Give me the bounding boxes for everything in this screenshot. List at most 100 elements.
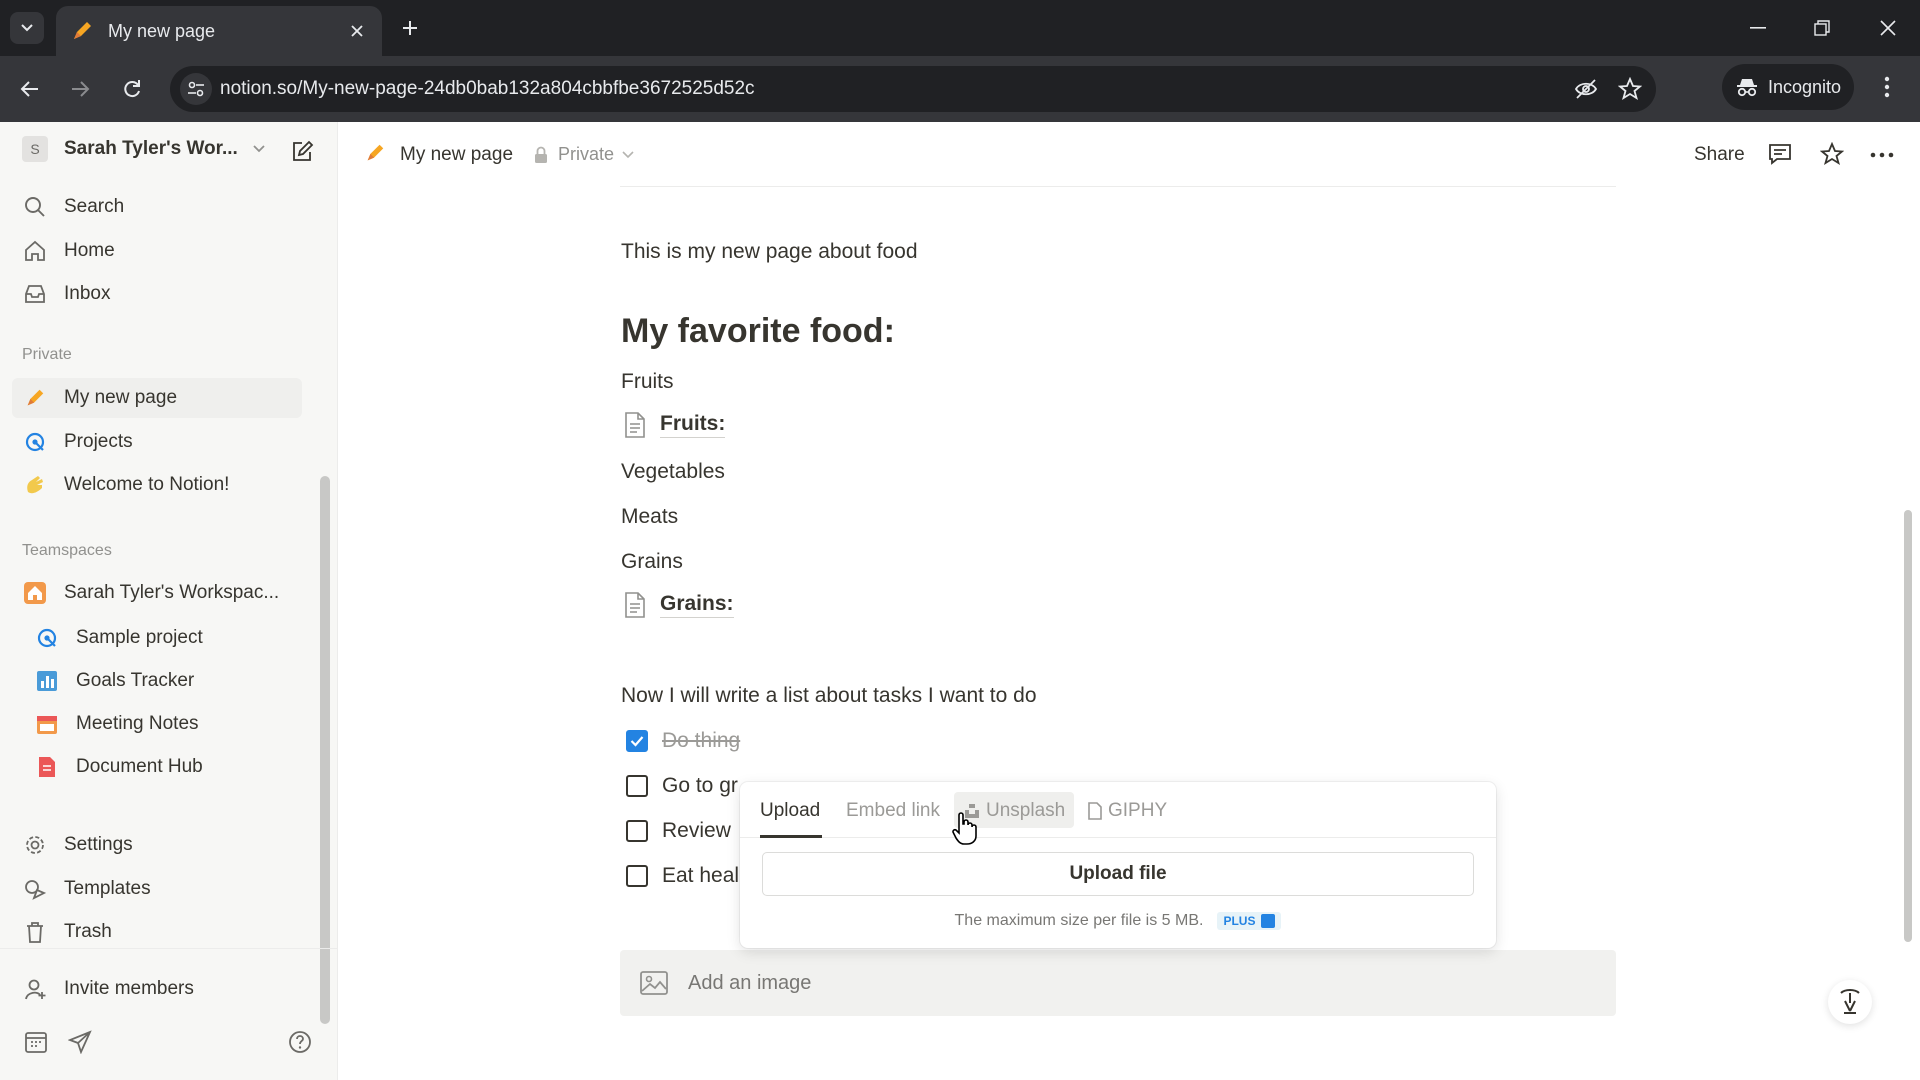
browser-tab[interactable]: My new page bbox=[56, 6, 382, 56]
sidebar-item-teamspace[interactable]: Sarah Tyler's Workspac... bbox=[22, 576, 279, 610]
sidebar-item-label: Search bbox=[64, 196, 125, 217]
tab-embed-link[interactable]: Embed link bbox=[846, 800, 940, 822]
tab-upload[interactable]: Upload bbox=[760, 800, 820, 822]
back-button[interactable] bbox=[14, 73, 46, 105]
invite-members-button[interactable]: Invite members bbox=[22, 972, 194, 1006]
tasks-intro-text[interactable]: Now I will write a list about tasks I wa… bbox=[621, 684, 1037, 708]
site-settings-icon[interactable] bbox=[180, 73, 212, 105]
workspace-switcher[interactable]: S Sarah Tyler's Wor... bbox=[22, 136, 266, 162]
checkbox[interactable] bbox=[626, 775, 648, 797]
sidebar-item-goals-tracker[interactable]: Goals Tracker bbox=[34, 664, 194, 698]
upgrade-icon bbox=[1261, 914, 1276, 928]
chevron-down-icon bbox=[253, 145, 265, 153]
ai-assistant-button[interactable] bbox=[1828, 980, 1872, 1024]
sidebar-item-document-hub[interactable]: Document Hub bbox=[34, 750, 203, 784]
calendar-icon bbox=[34, 711, 60, 737]
sidebar-item-meeting-notes[interactable]: Meeting Notes bbox=[34, 707, 199, 741]
sidebar-divider bbox=[0, 948, 338, 949]
fruits-text[interactable]: Fruits bbox=[621, 370, 674, 394]
user-plus-icon bbox=[22, 976, 48, 1002]
new-tab-button[interactable] bbox=[396, 14, 424, 42]
sidebar-item-inbox[interactable]: Inbox bbox=[22, 277, 110, 311]
forward-button[interactable] bbox=[64, 73, 96, 105]
tab-unsplash[interactable]: Unsplash bbox=[964, 800, 1065, 822]
sidebar-item-label: Goals Tracker bbox=[76, 670, 195, 691]
browser-menu-button[interactable] bbox=[1872, 72, 1902, 102]
sidebar-item-settings[interactable]: Settings bbox=[22, 828, 133, 862]
help-icon[interactable] bbox=[288, 1030, 312, 1054]
subpage-label: Fruits: bbox=[660, 412, 726, 438]
workspace-avatar: S bbox=[22, 136, 48, 162]
sidebar-item-projects[interactable]: Projects bbox=[22, 425, 133, 459]
checkbox[interactable] bbox=[626, 820, 648, 842]
sidebar-scrollbar[interactable] bbox=[320, 350, 330, 1024]
grains-text[interactable]: Grains bbox=[621, 550, 683, 574]
active-tab-indicator bbox=[760, 835, 822, 838]
size-limit-text: The maximum size per file is 5 MB. bbox=[954, 912, 1204, 929]
lock-icon bbox=[535, 146, 547, 163]
send-icon[interactable] bbox=[68, 1030, 92, 1054]
page-icon bbox=[624, 412, 646, 438]
url-text[interactable]: notion.so/My-new-page-24db0bab132a804cbb… bbox=[220, 78, 755, 100]
privacy-dropdown[interactable]: Private bbox=[534, 144, 634, 165]
restore-button[interactable] bbox=[1800, 10, 1844, 46]
intro-text[interactable]: This is my new page about food bbox=[621, 240, 918, 264]
add-image-block[interactable]: Add an image bbox=[620, 950, 1616, 1016]
todo-item[interactable]: Eat heal bbox=[626, 864, 739, 888]
trash-icon bbox=[22, 919, 48, 945]
wave-icon bbox=[22, 472, 48, 498]
sidebar-item-label: My new page bbox=[64, 387, 178, 408]
hand-cursor-icon bbox=[952, 812, 978, 846]
fruits-subpage-link[interactable]: Fruits: bbox=[624, 412, 726, 438]
vegetables-text[interactable]: Vegetables bbox=[621, 460, 725, 484]
sidebar-item-search[interactable]: Search bbox=[22, 190, 124, 224]
image-picker-popover: Upload Embed link Unsplash GIPHY Upload … bbox=[740, 782, 1496, 948]
todo-text[interactable]: Review bbox=[662, 819, 731, 843]
pencil-icon bbox=[364, 142, 386, 164]
tab-search-button[interactable] bbox=[10, 12, 44, 44]
eye-off-icon[interactable] bbox=[1574, 78, 1598, 100]
address-bar[interactable]: notion.so/My-new-page-24db0bab132a804cbb… bbox=[170, 66, 1656, 112]
plan-label: PLUS bbox=[1223, 914, 1256, 928]
share-button[interactable]: Share bbox=[1694, 144, 1745, 166]
grains-subpage-link[interactable]: Grains: bbox=[624, 592, 734, 618]
breadcrumb-page-title[interactable]: My new page bbox=[400, 144, 513, 166]
comment-icon[interactable] bbox=[1768, 142, 1792, 166]
templates-icon bbox=[22, 876, 48, 902]
close-window-button[interactable] bbox=[1866, 10, 1910, 46]
todo-item[interactable]: Review bbox=[626, 819, 731, 843]
bookmark-star-icon[interactable] bbox=[1618, 77, 1642, 101]
sidebar-item-trash[interactable]: Trash bbox=[22, 915, 112, 949]
meats-text[interactable]: Meats bbox=[621, 505, 678, 529]
new-page-icon[interactable] bbox=[290, 140, 314, 164]
todo-text[interactable]: Eat heal bbox=[662, 864, 739, 888]
favorite-star-icon[interactable] bbox=[1820, 142, 1844, 166]
incognito-badge[interactable]: Incognito bbox=[1722, 64, 1854, 110]
plus-plan-badge[interactable]: PLUS bbox=[1217, 912, 1282, 930]
page-heading[interactable]: My favorite food: bbox=[621, 312, 895, 351]
sidebar-item-home[interactable]: Home bbox=[22, 234, 115, 268]
todo-text[interactable]: Do thing bbox=[662, 729, 740, 753]
checkbox-checked[interactable] bbox=[626, 730, 648, 752]
sidebar-item-label: Welcome to Notion! bbox=[64, 474, 230, 495]
calendar-app-icon[interactable] bbox=[24, 1030, 48, 1054]
checkbox[interactable] bbox=[626, 865, 648, 887]
tab-giphy[interactable]: GIPHY bbox=[1088, 800, 1167, 822]
inbox-icon bbox=[22, 281, 48, 307]
upload-file-button[interactable]: Upload file bbox=[762, 852, 1474, 896]
sidebar-item-templates[interactable]: Templates bbox=[22, 872, 151, 906]
close-tab-icon[interactable] bbox=[346, 20, 368, 42]
page-scrollbar[interactable] bbox=[1904, 510, 1912, 942]
sidebar-item-welcome[interactable]: Welcome to Notion! bbox=[22, 468, 229, 502]
minimize-button[interactable] bbox=[1736, 10, 1780, 46]
sidebar-item-label: Document Hub bbox=[76, 756, 203, 777]
more-horizontal-icon[interactable] bbox=[1870, 152, 1894, 158]
todo-item[interactable]: Go to gr bbox=[626, 774, 738, 798]
sidebar-item-my-new-page[interactable]: My new page bbox=[12, 378, 302, 418]
sidebar-item-sample-project[interactable]: Sample project bbox=[34, 621, 203, 655]
reload-button[interactable] bbox=[116, 73, 148, 105]
more-vertical-icon bbox=[1884, 76, 1890, 98]
todo-text[interactable]: Go to gr bbox=[662, 774, 738, 798]
todo-item[interactable]: Do thing bbox=[626, 729, 740, 753]
plus-icon bbox=[403, 21, 417, 35]
